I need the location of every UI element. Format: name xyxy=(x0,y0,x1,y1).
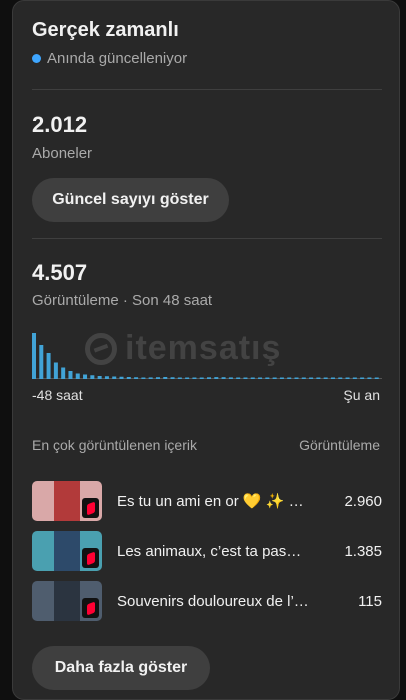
chart-bar[interactable] xyxy=(112,376,117,380)
chart-bar[interactable] xyxy=(134,377,139,379)
video-views: 115 xyxy=(358,592,382,610)
chart-bar[interactable] xyxy=(185,377,190,380)
chart-bar[interactable] xyxy=(272,377,277,380)
chart-bar[interactable] xyxy=(258,377,263,380)
video-thumbnail[interactable] xyxy=(32,481,102,521)
subscriber-count: 2.012 xyxy=(32,112,88,137)
top-content-header: En çok görüntülenen içerik xyxy=(32,437,197,453)
realtime-card: Gerçek zamanlı Anında güncelleniyor 2.01… xyxy=(12,0,400,700)
chart-bar[interactable] xyxy=(46,353,51,379)
chart-bar[interactable] xyxy=(163,377,168,379)
video-views: 2.960 xyxy=(344,492,382,510)
chart-bar[interactable] xyxy=(53,362,58,380)
chart-bar[interactable] xyxy=(32,333,37,379)
chart-bar[interactable] xyxy=(155,377,160,379)
chart-bar[interactable] xyxy=(207,377,212,379)
table-row[interactable]: Es tu un ami en or 💛 ✨ … 2.960 xyxy=(32,481,382,521)
chart-bar[interactable] xyxy=(323,377,328,380)
chart-bar[interactable] xyxy=(367,377,372,380)
video-title[interactable]: Souvenirs douloureux de l’e… xyxy=(117,593,317,610)
live-status: Anında güncelleniyor xyxy=(32,50,187,67)
thumbnail-image xyxy=(54,481,80,521)
chart-bar[interactable] xyxy=(243,377,248,380)
top-content-views-header: Görüntüleme xyxy=(299,437,380,453)
chart-bar[interactable] xyxy=(287,377,292,380)
show-more-button[interactable]: Daha fazla göster xyxy=(32,646,210,690)
chart-bar[interactable] xyxy=(250,377,255,380)
chart-bar[interactable] xyxy=(39,345,44,379)
chart-bar[interactable] xyxy=(214,377,219,379)
chart-bar[interactable] xyxy=(338,377,343,380)
chart-bar[interactable] xyxy=(199,377,204,380)
video-views: 1.385 xyxy=(344,542,382,560)
chart-bar[interactable] xyxy=(352,377,357,380)
chart-bar[interactable] xyxy=(104,376,109,379)
chart-axis-start: -48 saat xyxy=(32,387,83,403)
table-row[interactable]: Les animaux, c’est ta pas… 1.385 xyxy=(32,531,382,571)
chart-bar[interactable] xyxy=(97,376,102,379)
views-chart-svg xyxy=(32,333,382,380)
video-title[interactable]: Les animaux, c’est ta pas… xyxy=(117,543,317,560)
live-status-label: Anında güncelleniyor xyxy=(47,50,188,67)
chart-bar[interactable] xyxy=(236,377,241,380)
thumbnail-image xyxy=(54,531,80,571)
card-title: Gerçek zamanlı xyxy=(32,19,179,41)
subscriber-label: Aboneler xyxy=(32,145,93,162)
chart-bar[interactable] xyxy=(126,377,131,379)
chart-bar[interactable] xyxy=(345,377,350,380)
video-thumbnail[interactable] xyxy=(32,531,102,571)
views-count: 4.507 xyxy=(32,260,88,285)
chart-bar[interactable] xyxy=(141,377,146,380)
chart-bar[interactable] xyxy=(228,377,233,379)
chart-bar[interactable] xyxy=(61,367,66,380)
show-current-count-button[interactable]: Güncel sayıyı göster xyxy=(32,178,229,222)
chart-bar[interactable] xyxy=(177,377,182,380)
chart-bar[interactable] xyxy=(316,377,321,380)
chart-bar[interactable] xyxy=(265,377,270,380)
chart-bar[interactable] xyxy=(68,371,73,379)
thumbnail-image xyxy=(54,581,80,621)
chart-bar[interactable] xyxy=(309,377,314,380)
live-dot-icon xyxy=(32,54,41,63)
chart-bar[interactable] xyxy=(294,377,299,380)
views-chart xyxy=(32,331,382,379)
video-title[interactable]: Es tu un ami en or 💛 ✨ … xyxy=(117,492,317,510)
chart-bar[interactable] xyxy=(330,377,335,380)
chart-axis-end: Şu an xyxy=(343,387,380,403)
shorts-icon xyxy=(82,598,99,618)
chart-bar[interactable] xyxy=(221,377,226,379)
shorts-icon xyxy=(82,548,99,568)
chart-bar[interactable] xyxy=(90,375,95,379)
video-thumbnail[interactable] xyxy=(32,581,102,621)
chart-bar[interactable] xyxy=(75,373,80,380)
views-label: Görüntüleme · Son 48 saat xyxy=(32,292,213,309)
divider xyxy=(32,238,382,239)
chart-bar[interactable] xyxy=(148,377,153,379)
chart-bar[interactable] xyxy=(301,377,306,380)
chart-bar[interactable] xyxy=(83,374,88,380)
chart-bar[interactable] xyxy=(192,377,197,380)
chart-bar[interactable] xyxy=(170,377,175,379)
chart-bar[interactable] xyxy=(360,377,365,380)
chart-bar[interactable] xyxy=(374,377,379,380)
chart-bar[interactable] xyxy=(119,376,124,379)
shorts-icon xyxy=(82,498,99,518)
chart-bar[interactable] xyxy=(279,377,284,380)
divider xyxy=(32,89,382,90)
table-row[interactable]: Souvenirs douloureux de l’e… 115 xyxy=(32,581,382,621)
